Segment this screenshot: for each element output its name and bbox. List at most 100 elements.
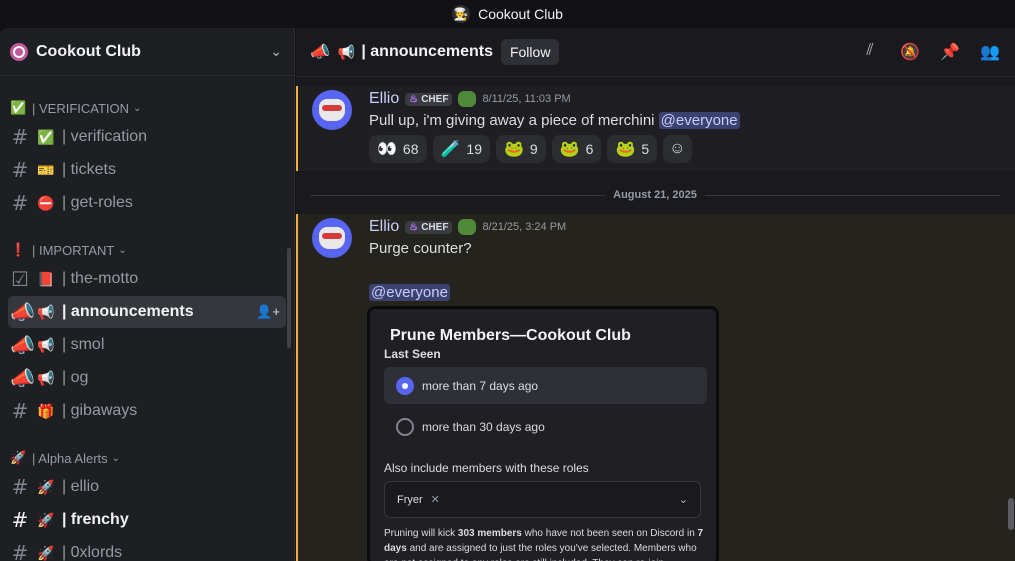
category-alpha-alerts[interactable]: 🚀 | Alpha Alerts ⌄ [0, 446, 294, 470]
channel-label: | announcements [62, 303, 194, 320]
channel-get-roles[interactable]: # ⛔ | get-roles [8, 187, 286, 219]
window-titlebar: 🧑‍🍳 Cookout Club [0, 0, 1015, 28]
avatar[interactable] [312, 90, 352, 130]
channel-frenchy[interactable]: # 🚀 | frenchy [8, 504, 286, 536]
chevron-down-icon[interactable]: ⌄ [270, 43, 282, 60]
channel-label: | the-motto [62, 270, 139, 287]
category-verification[interactable]: ✅ | VERIFICATION ⌄ [0, 96, 294, 120]
chevron-down-icon: ⌄ [118, 244, 127, 256]
channel-label: | gibaways [62, 402, 138, 419]
rocket-icon: 🚀 [37, 478, 55, 495]
server-icon [10, 42, 28, 61]
rocket-icon: 🚀 [10, 450, 27, 465]
chat-scrollbar[interactable] [1008, 498, 1014, 530]
prune-description: Pruning will kick 303 members who have n… [384, 528, 704, 561]
channel-label: | verification [62, 128, 148, 145]
pin-icon[interactable]: 📌 [939, 42, 961, 62]
radio-icon [396, 417, 414, 436]
channel-ellio[interactable]: # 🚀 | ellio [8, 471, 286, 503]
ticket-icon: 🎫 [37, 161, 55, 178]
channel-label: | tickets [62, 161, 116, 178]
loudspeaker-icon: 📢 [37, 336, 55, 353]
loudspeaker-icon: 📢 [37, 369, 55, 386]
channel-og[interactable]: 📣 📢 | og [8, 362, 286, 394]
add-reaction-button[interactable]: ☺ [663, 135, 692, 163]
hash-icon: # [11, 125, 29, 149]
threads-icon[interactable]: ⫽ [859, 42, 881, 62]
author-name[interactable]: Ellio [369, 218, 399, 236]
channel-header: 📣 📢 | announcements Follow ⫽ 🔕 📌 👥 [296, 28, 1015, 77]
image-attachment[interactable]: Prune Members—Cookout Club Last Seen mor… [367, 306, 719, 561]
category-label: | Alpha Alerts [32, 450, 108, 466]
reaction-pepe[interactable]: 🐸 5 [607, 135, 658, 163]
pepe-icon: 🐸 [615, 141, 636, 158]
mention[interactable]: @everyone [658, 112, 740, 129]
category-label: | VERIFICATION [32, 100, 130, 116]
reaction-eyes[interactable]: 👀 68 [369, 135, 427, 163]
reaction-potion[interactable]: 🧪 19 [432, 135, 490, 163]
sidebar-scrollbar[interactable] [287, 248, 291, 348]
hash-icon: # [11, 399, 29, 423]
megaphone-icon: 📣 [310, 44, 330, 61]
role-tag: ♨ CHEF [405, 92, 453, 106]
reaction-count: 68 [402, 141, 419, 157]
date-divider: August 21, 2025 [310, 188, 1001, 202]
roles-label: Also include members with these roles [384, 461, 589, 475]
chef-avatar-icon: 🧑‍🍳 [452, 5, 471, 23]
mention[interactable]: @everyone [369, 284, 450, 301]
category-important[interactable]: ❗ | IMPORTANT ⌄ [0, 238, 294, 262]
reactions: 👀 68 🧪 19 🐸 9 🐸 6 🐸 5 ☺ [369, 135, 692, 163]
channel-label: | smol [62, 336, 105, 353]
flame-icon: ♨ [409, 221, 419, 233]
megaphone-icon: 📣 [10, 366, 35, 390]
potion-icon: 🧪 [440, 141, 461, 158]
hash-icon: # [11, 541, 29, 561]
channel-gibaways[interactable]: # 🎁 | gibaways [8, 395, 286, 427]
chevron-down-icon: ⌄ [678, 494, 688, 506]
rocket-icon: 🚀 [37, 544, 55, 561]
hash-icon: # [11, 158, 29, 182]
close-icon: ✕ [430, 494, 440, 506]
role-tag-label: CHEF [421, 221, 449, 233]
timestamp: 8/11/25, 11:03 PM [482, 93, 571, 105]
gift-icon: 🎁 [37, 402, 55, 419]
channel-label: | get-roles [62, 194, 133, 211]
option-label: more than 7 days ago [422, 378, 539, 393]
loudspeaker-icon: 📢 [37, 303, 55, 320]
channel-label: | og [62, 369, 89, 386]
channel-label: | 0xlords [62, 544, 123, 561]
book-icon: 📕 [37, 270, 55, 287]
embed-title: Prune Members—Cookout Club [390, 327, 631, 344]
check-icon: ✅ [37, 128, 55, 145]
rules-icon: ☑ [11, 267, 29, 291]
member-list-icon[interactable]: 👥 [979, 42, 1001, 62]
roles-select: Fryer ✕ ⌄ [384, 481, 701, 518]
smiley-icon: ☺ [669, 140, 686, 157]
server-header[interactable]: Cookout Club ⌄ [0, 28, 294, 76]
message[interactable]: Ellio ♨ CHEF 8/11/25, 11:03 PM Pull up, i… [296, 86, 1015, 171]
reaction-pepe[interactable]: 🐸 6 [551, 135, 602, 163]
add-member-icon[interactable]: 👤+ [256, 304, 280, 320]
pepe-badge-icon [458, 91, 477, 107]
server-name: Cookout Club [36, 42, 141, 60]
channel-smol[interactable]: 📣 📢 | smol [8, 329, 286, 361]
avatar[interactable] [312, 218, 352, 258]
reaction-pepe[interactable]: 🐸 9 [496, 135, 546, 163]
channel-announcements[interactable]: 📣 📢 | announcements 👤+ [8, 296, 286, 328]
author-name[interactable]: Ellio [369, 90, 399, 108]
channel-the-motto[interactable]: ☑ 📕 | the-motto [8, 263, 286, 295]
notifications-muted-icon[interactable]: 🔕 [899, 42, 921, 62]
selected-role: Fryer [397, 493, 423, 506]
channel-0xlords[interactable]: # 🚀 | 0xlords [8, 537, 286, 561]
channel-title: | announcements [361, 43, 493, 60]
exclamation-icon: ❗ [10, 242, 27, 257]
hash-icon: # [11, 191, 29, 215]
reaction-count: 19 [466, 141, 482, 157]
follow-button[interactable]: Follow [500, 39, 560, 65]
check-icon: ✅ [10, 100, 27, 115]
last-seen-label: Last Seen [384, 347, 441, 361]
message-text: Pull up, i'm giving away a piece of merc… [369, 112, 740, 129]
channel-tickets[interactable]: # 🎫 | tickets [8, 154, 286, 186]
date-label: August 21, 2025 [613, 189, 697, 201]
channel-verification[interactable]: # ✅ | verification [8, 121, 286, 153]
